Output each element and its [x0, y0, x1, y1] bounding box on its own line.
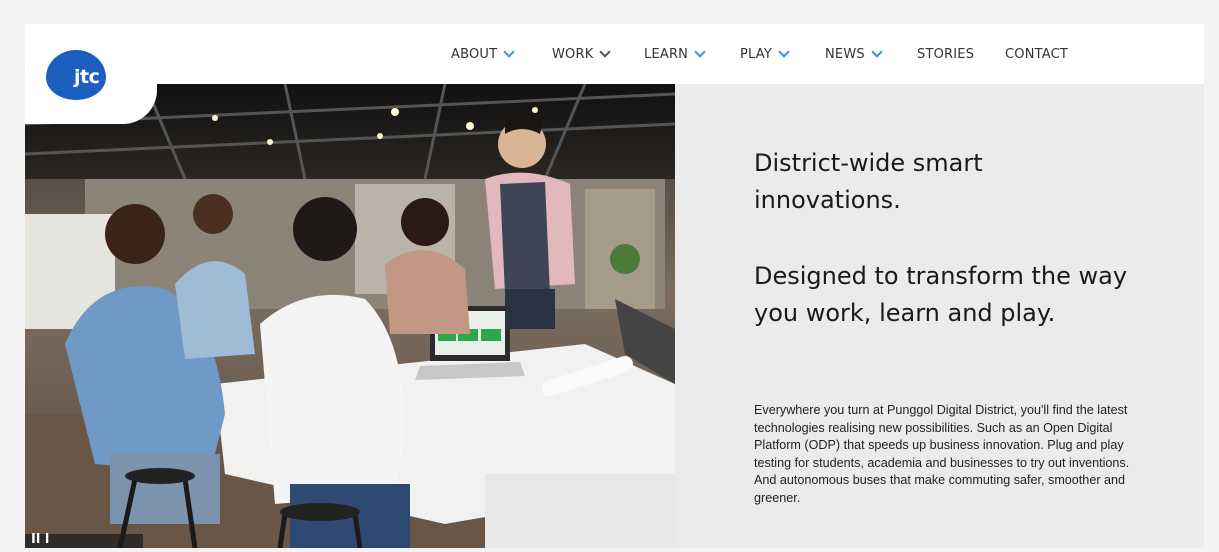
chevron-down-icon [503, 45, 515, 58]
site-header: ABOUT WORK LEARN PLAY NEWS STORIES CONTA… [25, 24, 1204, 84]
hero-headline-secondary: Designed to transform the way you work, … [754, 262, 1128, 327]
chevron-down-icon [694, 45, 706, 58]
hero-headline-primary: District-wide smart innovations. [754, 149, 983, 214]
nav-item-label: STORIES [917, 46, 975, 62]
browser-frame: ABOUT WORK LEARN PLAY NEWS STORIES CONTA… [0, 0, 1219, 552]
nav-item-label: WORK [552, 46, 594, 62]
nav-item-label: LEARN [644, 46, 689, 62]
nav-item-news[interactable]: NEWS [825, 45, 883, 63]
hero-body-text: Everywhere you turn at Punggol Digital D… [754, 403, 1130, 505]
photo-caption: Il l [31, 532, 50, 547]
nav-item-contact[interactable]: CONTACT [1005, 45, 1068, 63]
chevron-down-icon [778, 45, 790, 58]
office-meeting-image [25, 84, 675, 548]
nav-item-play[interactable]: PLAY [740, 45, 790, 63]
nav-item-label: CONTACT [1005, 46, 1069, 62]
main-navigation: ABOUT WORK LEARN PLAY NEWS STORIES CONTA… [25, 24, 1204, 84]
nav-item-about[interactable]: ABOUT [451, 45, 515, 63]
web-page: ABOUT WORK LEARN PLAY NEWS STORIES CONTA… [25, 24, 1204, 548]
hero-text-panel: District-wide smart innovations. Designe… [675, 84, 1204, 548]
chevron-down-icon [599, 45, 612, 58]
jtc-logo[interactable]: jtc [46, 50, 106, 100]
logo-text: jtc [74, 66, 100, 88]
photo-caption-bar: Il l [25, 532, 143, 548]
chevron-down-icon [871, 45, 883, 58]
nav-item-learn[interactable]: LEARN [644, 45, 706, 63]
nav-item-work[interactable]: WORK [552, 45, 612, 63]
nav-item-label: PLAY [740, 46, 773, 62]
hero-photo: Il l [25, 84, 675, 548]
nav-item-stories[interactable]: STORIES [917, 45, 974, 63]
nav-item-label: ABOUT [451, 46, 498, 62]
nav-item-label: NEWS [825, 46, 865, 62]
